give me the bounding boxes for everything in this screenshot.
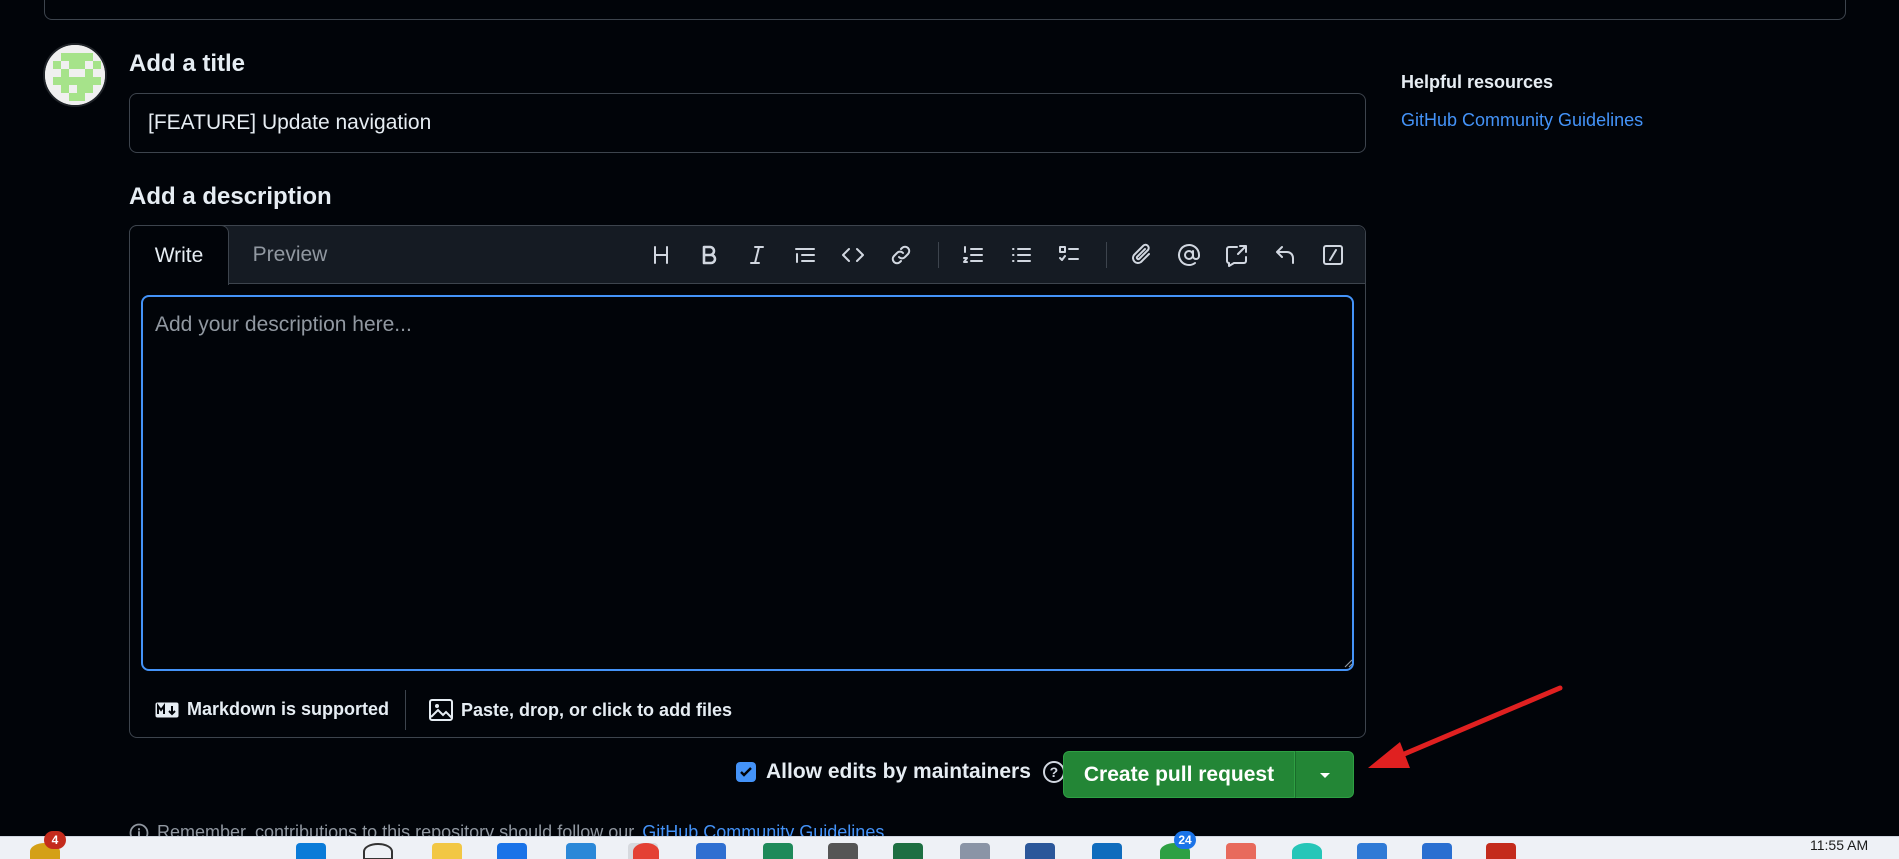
toolbar-divider xyxy=(1106,242,1107,268)
taskbar-app-icon[interactable] xyxy=(1486,843,1516,859)
taskbar-app-icon[interactable] xyxy=(1422,843,1452,859)
taskbar-app-icon[interactable] xyxy=(1357,843,1387,859)
chrome-icon[interactable] xyxy=(633,843,659,859)
title-input[interactable] xyxy=(129,93,1366,153)
code-icon[interactable] xyxy=(836,238,870,272)
taskbar-app-icon[interactable] xyxy=(960,843,990,859)
caret-down-icon xyxy=(1319,772,1330,778)
taskbar-app-icon[interactable] xyxy=(497,843,527,859)
image-icon xyxy=(429,699,453,721)
taskbar-app-icon[interactable] xyxy=(1292,843,1322,859)
quote-icon[interactable] xyxy=(788,238,822,272)
excel-icon[interactable] xyxy=(893,843,923,859)
heading-icon[interactable] xyxy=(644,238,678,272)
title-label: Add a title xyxy=(129,50,246,77)
files-label: Paste, drop, or click to add files xyxy=(461,699,733,720)
page: Add a title Add a description Write Prev… xyxy=(0,0,1899,859)
windows-start-icon[interactable] xyxy=(296,843,326,859)
search-icon[interactable] xyxy=(363,843,393,859)
taskbar-app-icon[interactable] xyxy=(828,843,858,859)
editor-toolbar: Write Preview xyxy=(129,225,1365,285)
allow-edits-checkbox[interactable] xyxy=(736,762,756,782)
question-icon[interactable]: ? xyxy=(1042,761,1065,783)
outlook-icon[interactable] xyxy=(1092,843,1122,859)
mention-icon[interactable] xyxy=(1172,238,1206,272)
word-icon[interactable] xyxy=(1025,843,1055,859)
create-pull-request-button[interactable]: Create pull request xyxy=(1063,751,1295,798)
italic-icon[interactable] xyxy=(740,238,774,272)
add-files-button[interactable]: Paste, drop, or click to add files xyxy=(429,699,732,721)
identicon xyxy=(45,45,105,105)
toolbar-divider xyxy=(938,242,939,268)
reply-icon[interactable] xyxy=(1268,238,1302,272)
description-label: Add a description xyxy=(129,183,332,210)
footer-divider xyxy=(405,690,406,730)
markdown-editor: Write Preview Add your description here.… xyxy=(129,225,1366,738)
resize-grip-icon[interactable] xyxy=(1343,658,1353,668)
link-icon[interactable] xyxy=(884,238,918,272)
unordered-list-icon[interactable] xyxy=(1004,238,1038,272)
previous-section-box xyxy=(44,0,1846,20)
task-list-icon[interactable] xyxy=(1052,238,1086,272)
clock-time[interactable]: 11:55 AM xyxy=(1810,837,1868,853)
editor-footer: Markdown is supported Paste, drop, or cl… xyxy=(130,685,1365,737)
os-taskbar: 4 24 11:55 AM xyxy=(0,831,1899,859)
check-icon xyxy=(740,767,752,777)
cross-reference-icon[interactable] xyxy=(1220,238,1254,272)
taskbar-app-icon[interactable] xyxy=(566,843,596,859)
taskbar-app-icon[interactable] xyxy=(1226,843,1256,859)
bold-icon[interactable] xyxy=(692,238,726,272)
allow-edits-label[interactable]: Allow edits by maintainers xyxy=(766,760,1031,784)
helpful-resources-heading: Helpful resources xyxy=(1401,72,1554,92)
tab-write[interactable]: Write xyxy=(129,225,229,285)
community-guidelines-link[interactable]: GitHub Community Guidelines xyxy=(1401,110,1643,131)
description-textarea[interactable] xyxy=(141,295,1354,671)
create-pr-dropdown-button[interactable] xyxy=(1295,751,1354,798)
avatar[interactable] xyxy=(43,43,107,107)
notification-badge: 4 xyxy=(44,831,66,849)
slash-command-icon[interactable] xyxy=(1316,238,1350,272)
markdown-icon xyxy=(155,702,179,717)
tab-preview[interactable]: Preview xyxy=(230,226,350,284)
ordered-list-icon[interactable] xyxy=(956,238,990,272)
allow-edits-option: Allow edits by maintainers ? xyxy=(736,760,1065,784)
file-explorer-icon[interactable] xyxy=(432,843,462,859)
markdown-supported[interactable]: Markdown is supported xyxy=(155,699,389,720)
markdown-label: Markdown is supported xyxy=(187,699,390,719)
attach-icon[interactable] xyxy=(1124,238,1158,272)
notification-badge: 24 xyxy=(1174,831,1196,849)
taskbar-app-icon[interactable] xyxy=(696,843,726,859)
taskbar-app-icon[interactable] xyxy=(763,843,793,859)
annotation-arrow-icon xyxy=(1368,685,1563,768)
